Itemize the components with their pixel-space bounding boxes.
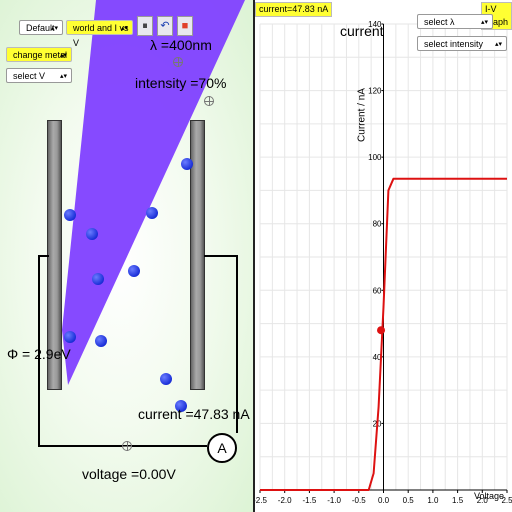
electron — [128, 265, 140, 277]
electron — [146, 207, 158, 219]
work-function-label: Φ = 2.9eV — [7, 346, 71, 362]
x-tick-label: 0.5 — [403, 496, 415, 505]
wavelength-select[interactable]: select λ ▴▾ — [417, 14, 493, 29]
stop-button[interactable]: ■ — [177, 16, 193, 36]
y-axis-label: Current / nA — [357, 88, 368, 142]
metal-select-value: change metal — [13, 50, 68, 60]
view-select[interactable]: world and I vs V ▴▾ — [66, 20, 133, 48]
undo-button[interactable]: ↶ — [157, 16, 173, 36]
pause-icon: ⏸ — [142, 20, 148, 32]
x-tick-label: 1.5 — [452, 496, 464, 505]
metal-select[interactable]: change metal ▴▾ — [6, 47, 72, 62]
x-tick-label: -2.0 — [278, 496, 292, 505]
x-tick-label: 1.0 — [427, 496, 439, 505]
chevron-updown-icon: ▴▾ — [120, 25, 128, 32]
current-readout: current=47.83 nA — [255, 2, 333, 17]
electron — [92, 273, 104, 285]
wavelength-handle[interactable] — [173, 57, 183, 67]
electron — [160, 373, 172, 385]
current-overlay-label: current — [340, 23, 384, 39]
electron — [86, 228, 98, 240]
x-tick-label: -0.5 — [352, 496, 366, 505]
x-axis-label: Voltage — [474, 491, 504, 501]
intensity-handle[interactable] — [204, 96, 214, 106]
y-tick-label: 80 — [373, 220, 382, 229]
intensity-label: intensity =70% — [135, 75, 227, 91]
electron — [181, 158, 193, 170]
ammeter: A — [207, 433, 237, 463]
voltage-select[interactable]: select V ▴▾ — [6, 68, 72, 83]
y-tick-label: 100 — [368, 153, 382, 162]
stop-icon: ■ — [181, 20, 189, 32]
intensity-select-value: select intensity — [424, 39, 484, 49]
electron — [64, 209, 76, 221]
wavelength-select-value: select λ — [424, 17, 455, 27]
voltage-label: voltage =0.00V — [82, 466, 176, 482]
pause-button[interactable]: ⏸ — [137, 16, 153, 36]
x-tick-label: 0.0 — [378, 496, 390, 505]
chevron-updown-icon: ▴▾ — [50, 25, 58, 32]
intensity-select[interactable]: select intensity ▴▾ — [417, 36, 507, 51]
scene-select[interactable]: Default ▴▾ — [19, 20, 63, 35]
x-tick-label: -1.5 — [303, 496, 317, 505]
chevron-updown-icon: ▴▾ — [59, 73, 67, 80]
electron — [64, 331, 76, 343]
graph-panel: -2.5-2.0-1.5-1.0-0.50.00.51.01.52.02.520… — [255, 0, 512, 512]
voltage-select-value: select V — [13, 71, 46, 81]
voltage-handle[interactable] — [122, 441, 132, 451]
x-tick-label: -1.0 — [327, 496, 341, 505]
x-tick-label: -2.5 — [255, 496, 267, 505]
simulation-panel: A λ =400nm intensity =70% Φ = 2.9eV curr… — [0, 0, 253, 512]
wire-segment — [204, 255, 238, 257]
electron — [95, 335, 107, 347]
y-tick-label: 60 — [373, 286, 382, 295]
chevron-updown-icon: ▴▾ — [59, 52, 67, 59]
iv-chart: -2.5-2.0-1.5-1.0-0.50.00.51.01.52.02.520… — [255, 20, 512, 505]
current-label: current =47.83 nA — [138, 406, 250, 422]
chevron-updown-icon: ▴▾ — [480, 19, 488, 26]
undo-icon: ↶ — [160, 20, 170, 32]
chevron-updown-icon: ▴▾ — [494, 41, 502, 48]
wavelength-label: λ =400nm — [150, 37, 212, 53]
y-tick-label: 120 — [368, 87, 382, 96]
current-marker — [377, 326, 386, 335]
